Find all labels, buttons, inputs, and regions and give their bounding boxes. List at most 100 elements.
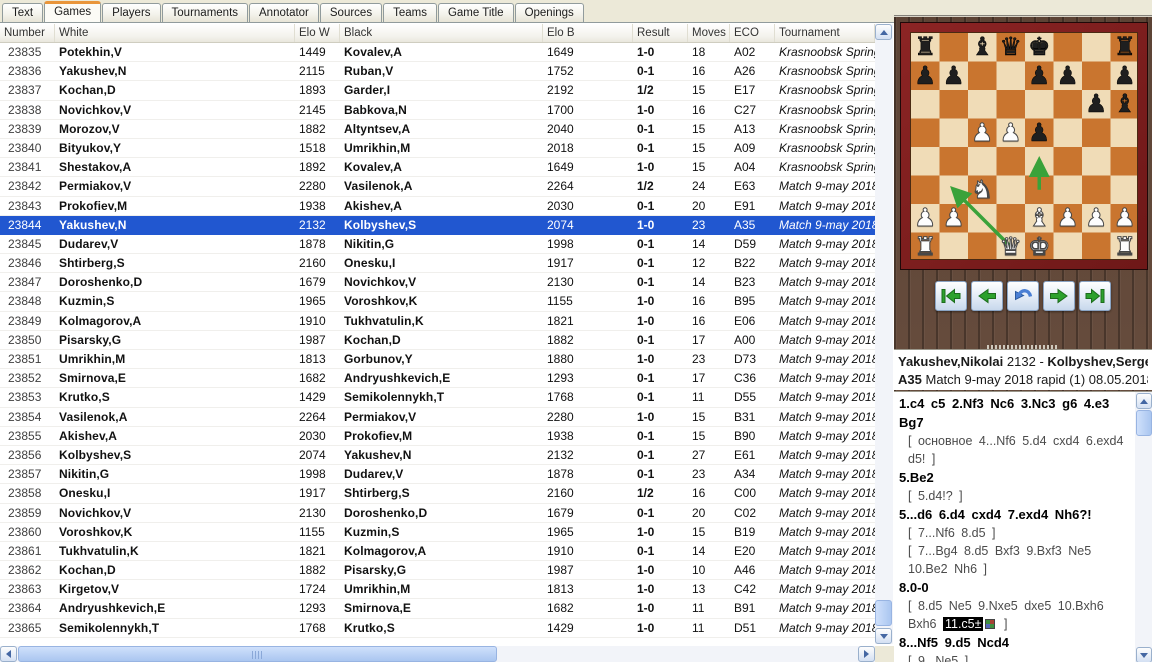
black-king-e8[interactable]: ♚ <box>1025 33 1054 62</box>
column-header-number[interactable]: Number <box>0 24 55 42</box>
white-king-e1[interactable]: ♚ <box>1025 233 1054 262</box>
tab-players[interactable]: Players <box>102 3 160 22</box>
black-queen-d8[interactable]: ♛ <box>997 33 1026 62</box>
tab-annotator[interactable]: Annotator <box>249 3 319 22</box>
game-row-23844[interactable]: 23844Yakushev,N2132Kolbyshev,S20741-023A… <box>0 216 875 235</box>
scroll-down-button[interactable] <box>875 628 892 644</box>
game-row-23837[interactable]: 23837Kochan,D1893Garder,I21921/215E17Kra… <box>0 81 875 100</box>
previous-move-button[interactable] <box>971 281 1003 311</box>
game-row-23865[interactable]: 23865Semikolennykh,T1768Krutko,S14291-01… <box>0 619 875 638</box>
horizontal-scrollbar-thumb[interactable] <box>18 646 497 662</box>
game-row-23845[interactable]: 23845Dudarev,V1878Nikitin,G19980-114D59M… <box>0 235 875 254</box>
game-row-23851[interactable]: 23851Umrikhin,M1813Gorbunov,Y18801-023D7… <box>0 350 875 369</box>
main-moves-line[interactable]: 5...d6 6.d4 cxd4 7.exd4 Nh6?! <box>899 505 1133 524</box>
column-header-moves[interactable]: Moves <box>688 24 730 42</box>
notation-scroll-up-button[interactable] <box>1136 393 1152 409</box>
white-rook-a1[interactable]: ♜ <box>911 233 940 262</box>
notation-scrollbar[interactable] <box>1135 392 1152 662</box>
game-row-23860[interactable]: 23860Voroshkov,K1155Kuzmin,S19651-015B19… <box>0 523 875 542</box>
game-row-23858[interactable]: 23858Onesku,I1917Shtirberg,S21601/216C00… <box>0 484 875 503</box>
tab-games[interactable]: Games <box>44 1 101 22</box>
game-row-23836[interactable]: 23836Yakushev,N2115Ruban,V17520-116A26Kr… <box>0 62 875 81</box>
white-pawn-h2[interactable]: ♟ <box>1111 204 1140 233</box>
game-row-23859[interactable]: 23859Novichkov,V2130Doroshenko,D16790-12… <box>0 504 875 523</box>
game-row-23861[interactable]: 23861Tukhvatulin,K1821Kolmagorov,A19100-… <box>0 542 875 561</box>
game-row-23856[interactable]: 23856Kolbyshev,S2074Yakushev,N21320-127E… <box>0 446 875 465</box>
variation-line[interactable]: [ 7...Bg4 8.d5 Bxf3 9.Bxf3 Ne5 10.Be2 Nh… <box>899 542 1133 578</box>
white-pawn-b2[interactable]: ♟ <box>940 204 969 233</box>
black-pawn-g6[interactable]: ♟ <box>1082 90 1111 119</box>
game-row-23857[interactable]: 23857Nikitin,G1998Dudarev,V18780-123A34M… <box>0 465 875 484</box>
game-row-23842[interactable]: 23842Permiakov,V2280Vasilenok,A22641/224… <box>0 177 875 196</box>
game-row-23852[interactable]: 23852Smirnova,E1682Andryushkevich,E12930… <box>0 369 875 388</box>
white-queen-d1[interactable]: ♛ <box>997 233 1026 262</box>
horizontal-scrollbar[interactable] <box>0 646 875 662</box>
first-move-button[interactable] <box>935 281 967 311</box>
variation-line[interactable]: [ 8.d5 Ne5 9.Nxe5 dxe5 10.Bxh6 Bxh6 11.c… <box>899 597 1133 633</box>
column-header-eco[interactable]: ECO <box>730 24 775 42</box>
column-header-white[interactable]: White <box>55 24 295 42</box>
tab-teams[interactable]: Teams <box>383 3 437 22</box>
black-pawn-a7[interactable]: ♟ <box>911 62 940 91</box>
tab-openings[interactable]: Openings <box>515 3 584 22</box>
variation-line[interactable]: [ 7...Nf6 8.d5 ] <box>899 524 1133 542</box>
game-row-23838[interactable]: 23838Novichkov,V2145Babkova,N17001-016C2… <box>0 101 875 120</box>
black-pawn-b7[interactable]: ♟ <box>940 62 969 91</box>
white-pawn-c5[interactable]: ♟ <box>968 119 997 148</box>
black-pawn-e5[interactable]: ♟ <box>1025 119 1054 148</box>
variation-line[interactable]: [ основное 4...Nf6 5.d4 cxd4 6.exd4 d5! … <box>899 432 1133 468</box>
scroll-right-button[interactable] <box>858 646 875 662</box>
scroll-left-button[interactable] <box>0 646 17 662</box>
black-bishop-c8[interactable]: ♝ <box>968 33 997 62</box>
game-row-23835[interactable]: 23835Potekhin,V1449Kovalev,A16491-018A02… <box>0 43 875 62</box>
white-bishop-e2[interactable]: ♝ <box>1025 204 1054 233</box>
game-row-23864[interactable]: 23864Andryushkevich,E1293Smirnova,E16821… <box>0 599 875 618</box>
game-row-23839[interactable]: 23839Morozov,V1882Altyntsev,A20400-115A1… <box>0 120 875 139</box>
vertical-scrollbar-thumb[interactable] <box>875 600 892 626</box>
black-pawn-e7[interactable]: ♟ <box>1025 62 1054 91</box>
column-header-elo-b[interactable]: Elo B <box>543 24 633 42</box>
game-row-23846[interactable]: 23846Shtirberg,S2160Onesku,I19170-112B22… <box>0 254 875 273</box>
tab-text[interactable]: Text <box>2 3 43 22</box>
main-moves-line[interactable]: 1.c4 c5 2.Nf3 Nc6 3.Nc3 g6 4.e3 Bg7 <box>899 394 1133 432</box>
notation-scrollbar-thumb[interactable] <box>1136 410 1152 436</box>
column-header-tournament[interactable]: Tournament <box>775 24 875 42</box>
black-pawn-h7[interactable]: ♟ <box>1111 62 1140 91</box>
notation-text[interactable]: 1.c4 c5 2.Nf3 Nc6 3.Nc3 g6 4.e3 Bg7[ осн… <box>894 392 1135 662</box>
game-row-23840[interactable]: 23840Bityukov,Y1518Umrikhin,M20180-115A0… <box>0 139 875 158</box>
white-pawn-g2[interactable]: ♟ <box>1082 204 1111 233</box>
column-header-result[interactable]: Result <box>633 24 688 42</box>
black-rook-a8[interactable]: ♜ <box>911 33 940 62</box>
white-rook-h1[interactable]: ♜ <box>1111 233 1140 262</box>
game-row-23847[interactable]: 23847Doroshenko,D1679Novichkov,V21300-11… <box>0 273 875 292</box>
takeback-button[interactable] <box>1007 281 1039 311</box>
game-row-23862[interactable]: 23862Kochan,D1882Pisarsky,G19871-010A46M… <box>0 561 875 580</box>
last-move-button[interactable] <box>1079 281 1111 311</box>
black-rook-h8[interactable]: ♜ <box>1111 33 1140 62</box>
column-header-elo-w[interactable]: Elo W <box>295 24 340 42</box>
game-row-23855[interactable]: 23855Akishev,A2030Prokofiev,M19380-115B9… <box>0 427 875 446</box>
next-move-button[interactable] <box>1043 281 1075 311</box>
vertical-scrollbar[interactable] <box>875 24 893 644</box>
game-row-23843[interactable]: 23843Prokofiev,M1938Akishev,A20300-120E9… <box>0 197 875 216</box>
current-move-highlight[interactable]: 11.c5± <box>943 617 984 631</box>
main-moves-line[interactable]: 8...Nf5 9.d5 Ncd4 <box>899 633 1133 652</box>
white-knight-c3[interactable]: ♞ <box>968 176 997 205</box>
black-bishop-h6[interactable]: ♝ <box>1111 90 1140 119</box>
game-row-23854[interactable]: 23854Vasilenok,A2264Permiakov,V22801-015… <box>0 408 875 427</box>
black-pawn-f7[interactable]: ♟ <box>1054 62 1083 91</box>
tab-sources[interactable]: Sources <box>320 3 382 22</box>
variation-line[interactable]: [ 5.d4!? ] <box>899 487 1133 505</box>
game-row-23841[interactable]: 23841Shestakov,A1892Kovalev,A16491-015A0… <box>0 158 875 177</box>
chess-board[interactable]: ♜♝♛♚♜♟♟♟♟♟♟♝♟♟♟♞♟♟♝♟♟♟♜♛♚♜ <box>910 32 1138 260</box>
game-row-23848[interactable]: 23848Kuzmin,S1965Voroshkov,K11551-016B95… <box>0 292 875 311</box>
game-row-23853[interactable]: 23853Krutko,S1429Semikolennykh,T17680-11… <box>0 388 875 407</box>
column-header-black[interactable]: Black <box>340 24 543 42</box>
tab-game-title[interactable]: Game Title <box>438 3 514 22</box>
scroll-up-button[interactable] <box>875 24 892 40</box>
main-moves-line[interactable]: 5.Be2 <box>899 468 1133 487</box>
white-pawn-a2[interactable]: ♟ <box>911 204 940 233</box>
notation-scroll-down-button[interactable] <box>1136 647 1152 662</box>
tab-tournaments[interactable]: Tournaments <box>162 3 248 22</box>
game-row-23849[interactable]: 23849Kolmagorov,A1910Tukhvatulin,K18211-… <box>0 312 875 331</box>
